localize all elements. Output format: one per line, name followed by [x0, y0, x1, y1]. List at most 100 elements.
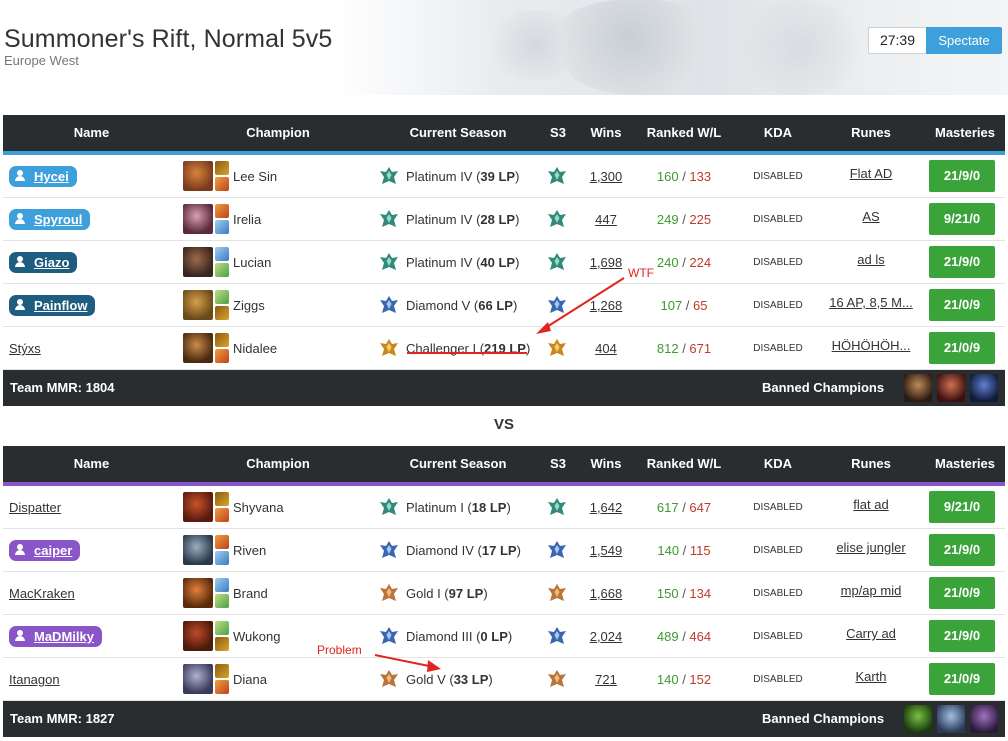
wins-count[interactable]: 1,549: [581, 543, 631, 558]
rank-lp: 66 LP: [478, 298, 513, 313]
masteries-button[interactable]: 21/9/0: [929, 534, 995, 566]
summoner-name[interactable]: Dispatter: [9, 500, 61, 515]
champion-portrait: [183, 290, 213, 320]
wins-count[interactable]: 1,300: [581, 169, 631, 184]
wins-count[interactable]: 1,642: [581, 500, 631, 515]
masteries-button[interactable]: 21/9/0: [929, 620, 995, 652]
masteries-button[interactable]: 21/9/0: [929, 246, 995, 278]
masteries-button[interactable]: 21/0/9: [929, 577, 995, 609]
champion-portrait: [183, 161, 213, 191]
tier-challenger-icon: [380, 339, 398, 356]
ranked-win-loss: 140 / 115: [657, 543, 711, 558]
tier-diamond-icon: [380, 627, 398, 644]
summoner-name-badge[interactable]: Spyroul: [9, 209, 91, 230]
s3-platinum-icon: [548, 253, 566, 270]
column-header-kda: KDA: [763, 456, 793, 471]
banned-champion-icon: [904, 705, 932, 733]
current-season-rank: Platinum IV (28 LP): [406, 212, 519, 227]
column-header-champion: Champion: [246, 456, 310, 471]
rank-close: ): [507, 629, 513, 644]
wins-count[interactable]: 404: [581, 341, 631, 356]
runes-link[interactable]: 16 AP, 8,5 M...: [816, 295, 926, 310]
summoner-name[interactable]: Stýxs: [9, 341, 41, 356]
wins-count[interactable]: 2,024: [581, 629, 631, 644]
masteries-button[interactable]: 9/21/0: [929, 203, 995, 235]
rank-close: ): [516, 543, 521, 558]
s3-icon-wrapper: [547, 252, 567, 272]
summoner-name[interactable]: MacKraken: [9, 586, 75, 601]
ranked-losses: 133: [689, 169, 712, 184]
runes-link[interactable]: flat ad: [816, 497, 926, 512]
champion-name: Brand: [233, 586, 268, 601]
ranked-wins: 150: [656, 586, 679, 601]
current-season-rank: Gold I (97 LP): [406, 586, 488, 601]
column-header-wl: Ranked W/L: [646, 125, 722, 140]
champion-portrait: [183, 578, 213, 608]
runes-link[interactable]: Karth: [816, 669, 926, 684]
wins-count[interactable]: 447: [581, 212, 631, 227]
summoner-name-badge[interactable]: MaDMilky: [9, 626, 102, 647]
summoner-name[interactable]: Itanagon: [9, 672, 60, 687]
wins-count[interactable]: 1,268: [581, 298, 631, 313]
tier-platinum-icon: [380, 253, 398, 270]
ranked-win-loss: 489 / 464: [656, 629, 712, 644]
summoner-spell-icon: [215, 594, 229, 608]
ranked-losses: 115: [689, 543, 711, 558]
rank-lp: 28 LP: [480, 212, 516, 227]
summoner-spell-icon: [215, 492, 229, 506]
runes-link[interactable]: ad ls: [816, 252, 926, 267]
runes-link[interactable]: HÖHÖHÖH...: [816, 338, 926, 353]
player-row: Hycei Lee Sin Platinum IV (39 LP) 1,300 16…: [3, 155, 1005, 198]
spectate-button[interactable]: Spectate: [926, 27, 1002, 54]
masteries-button[interactable]: 21/0/9: [929, 332, 995, 364]
summoner-name: Giazo: [34, 255, 70, 270]
kda-value: DISABLED: [753, 257, 803, 268]
masteries-button[interactable]: 9/21/0: [929, 491, 995, 523]
player-row: Stýxs Nidalee Challenger I (219 LP) 404 81…: [3, 327, 1005, 370]
kda-value: DISABLED: [753, 545, 803, 556]
region-subtitle: Europe West: [4, 53, 79, 68]
rank-tier: Platinum IV (: [406, 255, 481, 270]
masteries-button[interactable]: 21/0/9: [929, 663, 995, 695]
masteries-button[interactable]: 21/0/9: [929, 289, 995, 321]
rank-close: ): [483, 586, 488, 601]
summoner-name-badge[interactable]: Giazo: [9, 252, 78, 273]
runes-link[interactable]: Carry ad: [816, 626, 926, 641]
runes-link[interactable]: elise jungler: [816, 540, 926, 555]
runes-link[interactable]: mp/ap mid: [816, 583, 926, 598]
summoner-spell-icon: [215, 508, 229, 522]
wins-count[interactable]: 1,668: [581, 586, 631, 601]
summoner-name-badge[interactable]: Painflow: [9, 295, 96, 316]
rank-close: ): [515, 255, 520, 270]
ranked-losses: 65: [693, 298, 708, 313]
kda-value: DISABLED: [753, 588, 803, 599]
column-header-s3: S3: [550, 456, 566, 471]
champion-portrait: [183, 621, 213, 651]
s3-diamond-icon: [548, 541, 566, 558]
summoner-name-badge[interactable]: caiper: [9, 540, 81, 561]
ranked-wins: 140: [656, 672, 679, 687]
rank-lp: 0 LP: [480, 629, 508, 644]
tier-platinum-icon: [380, 498, 398, 515]
wins-count[interactable]: 1,698: [581, 255, 631, 270]
column-header-mast: Masteries: [935, 125, 995, 140]
column-header-wl: Ranked W/L: [646, 456, 722, 471]
champion-portrait: [183, 333, 213, 363]
summoner-spell-icon: [215, 161, 229, 175]
s3-icon-wrapper: [547, 626, 567, 646]
s3-challenger-icon: [548, 339, 566, 356]
column-header-name: Name: [73, 125, 110, 140]
rank-close: ): [515, 212, 520, 227]
tier-icon-wrapper: [379, 209, 399, 229]
rank-tier: Diamond IV (: [406, 543, 482, 558]
tier-icon-wrapper: [379, 540, 399, 560]
runes-link[interactable]: AS: [816, 209, 926, 224]
wins-count[interactable]: 721: [581, 672, 631, 687]
rank-close: ): [525, 341, 531, 356]
masteries-button[interactable]: 21/9/0: [929, 160, 995, 192]
runes-link[interactable]: Flat AD: [816, 166, 926, 181]
ranked-losses: 152: [689, 672, 712, 687]
s3-icon-wrapper: [547, 583, 567, 603]
s3-icon-wrapper: [547, 295, 567, 315]
summoner-name-badge[interactable]: Hycei: [9, 166, 77, 187]
